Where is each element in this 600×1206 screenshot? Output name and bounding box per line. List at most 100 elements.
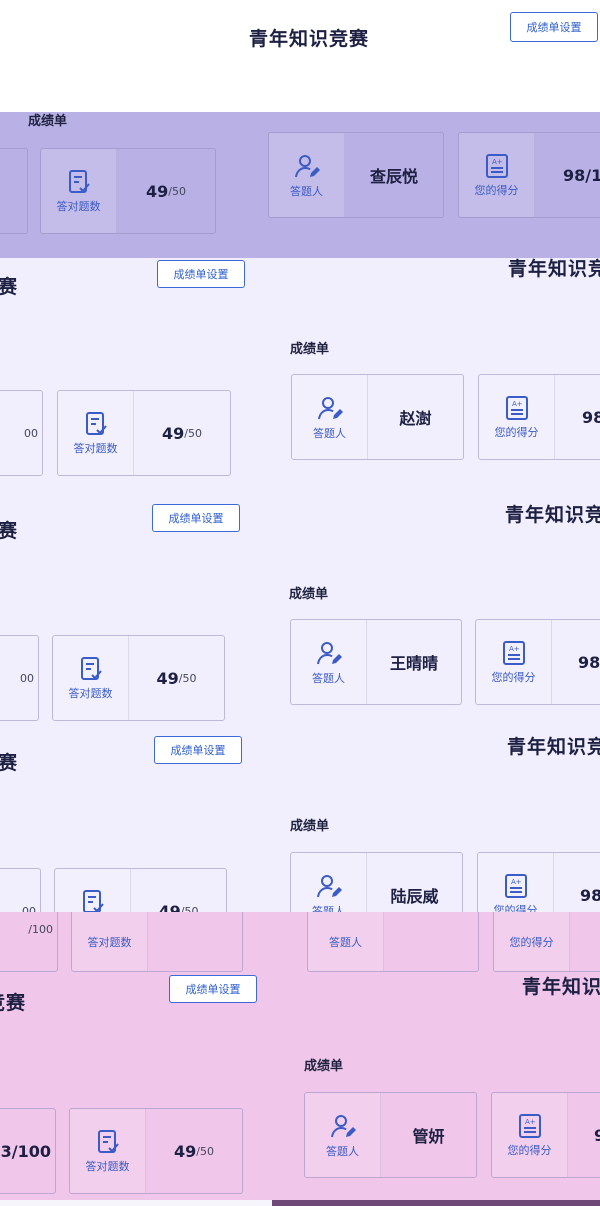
score-label: 您的得分 [493,903,538,913]
bottom-bar [272,1200,600,1206]
checklist-icon [83,411,109,437]
score-sheet-icon: A+ [503,873,529,899]
section-title: 成绩单 [304,1059,344,1074]
svg-text:A+: A+ [492,158,503,166]
score-label: 您的得分 [491,670,536,684]
score-label: 您的得分 [507,1143,552,1157]
correct-count-value: 49/50 [174,1141,214,1161]
score-label: 您的得分 [509,936,554,949]
card-respondent: 答题人 查辰悦 [268,132,444,218]
top-header: 青年知识竞赛 成绩单设置 [0,0,600,112]
respondent-name: 赵澍 [399,409,432,428]
page-title-fragment: 青年知识竞 [522,976,600,998]
page-title-fragment: 赛 [0,752,19,774]
checklist-icon [80,889,106,912]
card-score-partial: 00 [0,635,39,721]
svg-text:A+: A+ [511,878,522,886]
correct-count-value: 49/50 [156,668,197,688]
card-score: A+ 您的得分 9 [491,1092,600,1178]
card-score: A+ 您的得分 98 [477,852,600,912]
respondent-label: 答题人 [312,671,345,685]
user-edit-icon [329,1112,357,1140]
score-sheet-icon: A+ [504,395,530,421]
card-score: 您的得分 [493,912,600,972]
card-correct-count: 答对题数 49/50 [57,390,231,476]
card-respondent: 答题人 陆辰威 [290,852,463,912]
score-value: 9 [568,1093,600,1177]
svg-text:A+: A+ [509,645,520,653]
checklist-icon [78,656,104,682]
score-sheet-icon: A+ [484,153,510,179]
report-settings-button[interactable]: 成绩单设置 [157,260,245,288]
correct-count-label: 答对题数 [56,199,101,213]
correct-count-label: 答对题数 [85,1159,130,1173]
card-correct-count: 答对题数 49/50 [69,1108,243,1194]
correct-count-label: 答对题数 [73,441,118,455]
page-title-fragment: 竞赛 [0,992,27,1014]
respondent-label: 答题人 [329,936,362,949]
card-score-partial: 3/100 [0,1108,56,1194]
correct-count-value: 49/50 [146,181,186,201]
checklist-icon [66,169,92,195]
correct-count-value: 49/50 [162,423,202,443]
score-sheet-icon: A+ [501,640,527,666]
report-settings-button[interactable]: 成绩单设置 [154,736,242,764]
section-title: 成绩单 [289,587,329,602]
score-value: 98/10 [563,165,600,185]
report-panel-1: 成绩单 答对题数 49/50 答题人 查辰悦 A+ 您的得分 98/10 [0,112,600,258]
card-score: A+ 您的得分 98 [478,374,600,460]
respondent-name: 王晴晴 [389,654,438,673]
card-correct-count: 答对题数 49/50 [40,148,216,234]
section-title: 成绩单 [290,342,330,357]
svg-text:A+: A+ [512,400,523,408]
card-correct-count: 答对题数 49/50 [52,635,225,721]
respondent-label: 答题人 [290,184,323,198]
page-title-fragment: 青年知识竞 [505,504,600,526]
score-value: 98 [580,885,600,905]
card-respondent: 答题人 管妍 [304,1092,477,1178]
card-score-partial: 00 [0,868,41,912]
svg-text:A+: A+ [525,1118,536,1126]
card-score: A+ 您的得分 98/10 [458,132,600,218]
card-correct-count: 答对题数 49/50 [54,868,227,912]
card-correct-count: 答对题数 [71,912,243,972]
report-settings-button[interactable]: 成绩单设置 [510,12,598,42]
card-respondent: 答题人 赵澍 [291,374,464,460]
card-score: A+ 您的得分 98/ [475,619,600,705]
checklist-icon [95,1129,121,1155]
card-prev-partial [0,148,28,234]
correct-count-value: 49/50 [158,901,199,913]
report-panel-5: /100 答对题数 答题人 您的得分 竞赛 成绩单设置 青年知识竞 成绩单 3/… [0,912,600,1200]
page-title-fragment: 青年知识竞 [507,736,600,758]
respondent-name: 查辰悦 [369,167,418,186]
user-edit-icon [315,639,343,667]
card-score-partial: /100 [0,912,58,972]
card-respondent: 答题人 王晴晴 [290,619,462,705]
score-label: 您的得分 [474,183,519,197]
page-title-fragment: 赛 [0,276,19,298]
respondent-name: 管妍 [412,1127,445,1146]
correct-count-label: 答对题数 [68,686,113,700]
score-label: 您的得分 [494,425,539,439]
report-panel-stack: 赛 成绩单设置 00 答对题数 49/50 青年知识竞 成绩单 答题人 赵澍 A… [0,258,600,912]
correct-count-label: 答对题数 [87,936,132,949]
page-title: 青年知识竞赛 [249,28,370,50]
score-sheet-icon: A+ [517,1113,543,1139]
user-edit-icon [293,152,321,180]
score-value: 98/ [578,652,600,672]
user-edit-icon [316,394,344,422]
card-respondent: 答题人 [307,912,479,972]
respondent-label: 答题人 [326,1144,359,1158]
section-title: 成绩单 [290,819,330,834]
report-settings-button[interactable]: 成绩单设置 [169,975,257,1003]
card-score-partial: 00 [0,390,43,476]
respondent-label: 答题人 [313,426,346,440]
user-edit-icon [315,872,343,900]
respondent-name: 陆辰威 [390,887,439,906]
page-title-fragment: 赛 [0,520,19,542]
section-title: 成绩单 [28,114,68,129]
report-settings-button[interactable]: 成绩单设置 [152,504,240,532]
score-value: 98 [582,407,600,427]
respondent-label: 答题人 [312,904,345,913]
page-title-fragment: 青年知识竞 [508,258,600,280]
